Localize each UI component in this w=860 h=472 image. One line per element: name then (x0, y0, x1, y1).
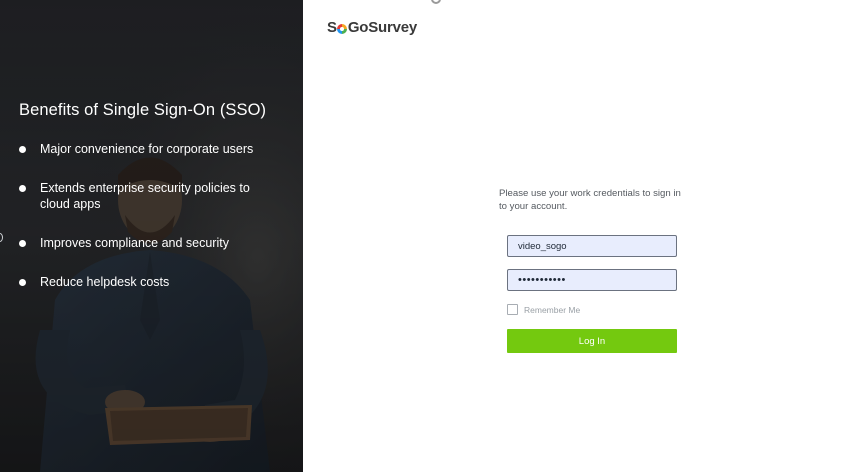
loading-indicator-icon (431, 0, 441, 4)
bullet-icon (19, 146, 26, 153)
sso-login-page: Benefits of Single Sign-On (SSO) Major c… (0, 0, 860, 472)
benefits-title: Benefits of Single Sign-On (SSO) (19, 101, 267, 119)
password-field[interactable]: ••••••••••• (507, 269, 677, 291)
benefit-item: Major convenience for corporate users (19, 142, 269, 158)
benefit-item-label: Extends enterprise security policies to … (40, 181, 250, 211)
login-instructions: Please use your work credentials to sign… (499, 188, 681, 212)
bullet-icon (19, 279, 26, 286)
benefit-item-label: Reduce helpdesk costs (40, 275, 170, 289)
benefit-item: Improves compliance and security (19, 236, 269, 252)
benefit-item-label: Major convenience for corporate users (40, 142, 254, 156)
password-masked-value: ••••••••••• (518, 274, 566, 286)
benefits-panel: Benefits of Single Sign-On (SSO) Major c… (0, 0, 303, 472)
login-form: Please use your work credentials to sign… (499, 188, 689, 353)
sogo-logo-mark-icon (337, 23, 348, 34)
login-panel: S GoSurvey Please use your work credenti… (303, 0, 860, 472)
sogosurvey-logo[interactable]: S GoSurvey (327, 19, 417, 36)
username-value: video_sogo (518, 240, 567, 252)
bullet-icon (19, 185, 26, 192)
benefits-content: Benefits of Single Sign-On (SSO) Major c… (19, 101, 289, 289)
remember-me-option[interactable]: Remember Me (507, 304, 580, 315)
bullet-icon (19, 240, 26, 247)
login-button[interactable]: Log In (507, 329, 677, 353)
benefit-item-label: Improves compliance and security (40, 236, 229, 250)
logo-text-prefix: S (327, 19, 337, 36)
benefit-item: Reduce helpdesk costs (19, 275, 269, 291)
benefit-item: Extends enterprise security policies to … (19, 181, 269, 212)
logo-text-suffix: GoSurvey (347, 19, 418, 36)
remember-me-checkbox[interactable] (507, 304, 518, 315)
remember-me-label: Remember Me (524, 304, 581, 315)
username-field[interactable]: video_sogo (507, 235, 677, 257)
